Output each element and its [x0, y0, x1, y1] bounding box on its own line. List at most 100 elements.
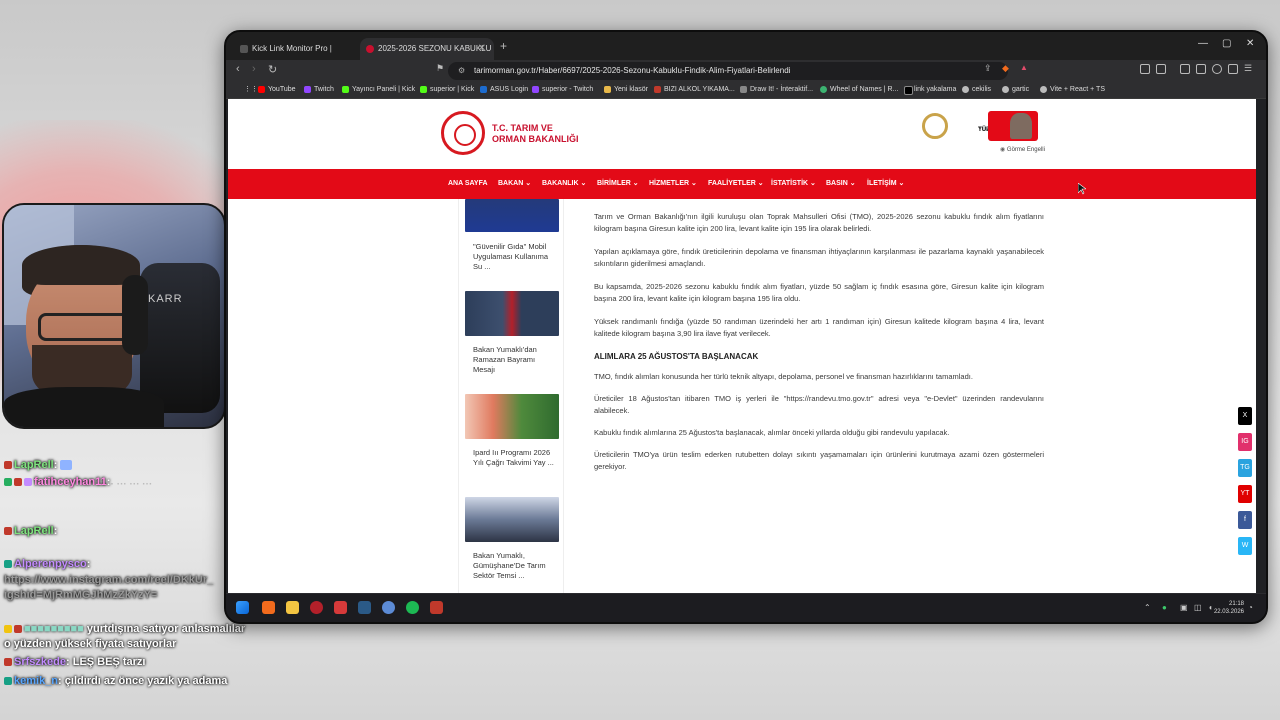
apps-icon[interactable]: ⋮⋮: [234, 84, 258, 96]
app-taskbar-icon[interactable]: [430, 601, 443, 614]
news-thumbnail[interactable]: [465, 199, 559, 232]
article-paragraph: Kabuklu fındık alımlarına 25 Ağustos'ta …: [594, 428, 950, 437]
tab-active-article[interactable]: 2025-2026 SEZONU KABUKLU F ✕: [360, 38, 494, 75]
steam-icon[interactable]: [358, 601, 371, 614]
app-taskbar-icon[interactable]: [334, 601, 347, 614]
bookmark-kick-panel[interactable]: Yayıncı Paneli | Kick: [342, 84, 415, 96]
volume-icon[interactable]: ◖: [1208, 603, 1213, 612]
tray-chevron-icon[interactable]: ⌃: [1144, 603, 1151, 612]
ministry-logo-text[interactable]: T.C. TARIM VE ORMAN BAKANLIĞI: [492, 123, 579, 145]
app-taskbar-icon[interactable]: [382, 601, 395, 614]
reload-icon[interactable]: ↻: [268, 63, 277, 76]
bookmark-cekilis[interactable]: cekilis: [962, 84, 991, 96]
start-icon[interactable]: [236, 601, 249, 614]
badge-icon: [14, 478, 22, 487]
news-thumbnail[interactable]: [465, 497, 559, 542]
new-tab-icon[interactable]: +: [500, 39, 507, 53]
brave-rewards-icon[interactable]: ▲: [1020, 63, 1028, 72]
streamer-hair-top: [22, 245, 140, 285]
profile-icon[interactable]: [1228, 64, 1238, 74]
news-thumbnail[interactable]: [465, 291, 559, 336]
minimize-icon[interactable]: —: [1198, 38, 1208, 49]
bookmark-twitch[interactable]: Twitch: [304, 84, 334, 96]
address-bar[interactable]: ⚙ tarimorman.gov.tr/Haber/6697/2025-2026…: [448, 62, 1008, 80]
menu-birimler[interactable]: BİRİMLER ⌄: [597, 169, 639, 199]
chat-message: Srfszkede: LEŞ BEŞ tarzı: [4, 654, 145, 670]
bookmark-wheel[interactable]: Wheel of Names | R...: [820, 84, 898, 96]
network-icon[interactable]: ◫: [1194, 603, 1202, 612]
menu-hizmetler[interactable]: HİZMETLER ⌄: [649, 169, 697, 199]
chat-username: LapRell: [14, 459, 54, 471]
bookmark-asus[interactable]: ASUS Login: [480, 84, 528, 96]
facebook-share-icon[interactable]: f: [1238, 511, 1252, 529]
menu-icon[interactable]: ☰: [1244, 63, 1252, 74]
tab-stream-deck[interactable]: Kick Link Monitor Pro | Stream Deck: [234, 38, 352, 75]
bookmark-page-icon[interactable]: ⚑: [436, 63, 444, 74]
news-title[interactable]: Ipard Iıı Programı 2026 Yılı Çağrı Takvi…: [473, 448, 559, 468]
chat-username: kemik_n: [14, 675, 59, 687]
extensions-icon[interactable]: [1140, 64, 1150, 74]
app-taskbar-icon[interactable]: [310, 601, 323, 614]
article-paragraph: Tarım ve Orman Bakanlığı'nın ilgili kuru…: [594, 212, 1044, 233]
vpn-icon[interactable]: [1212, 64, 1222, 74]
chat-username: Srfszkede: [14, 656, 66, 668]
article-paragraph: TMO, fındık alımları konusunda her türlü…: [594, 372, 973, 381]
forward-icon[interactable]: ›: [252, 63, 256, 75]
bookmark-draw-it[interactable]: Draw It! - İnteraktif...: [740, 84, 813, 96]
mic-icon[interactable]: ●: [1162, 603, 1167, 612]
notification-icon[interactable]: ◔: [1248, 603, 1253, 612]
turkiye-yuzyili-logo[interactable]: TÜRKİYEYÜZYILI: [922, 113, 1004, 141]
chat-ghost-line: ··· ··· ··· ···: [104, 479, 153, 490]
news-title[interactable]: "Güvenilir Gıda" Mobil Uygulaması Kullan…: [473, 242, 559, 272]
instagram-share-icon[interactable]: IG: [1238, 433, 1252, 451]
article-paragraph: Bu kapsamda, 2025-2026 sezonu kabuklu fı…: [594, 282, 1044, 303]
chat-username: LapRell: [14, 525, 54, 537]
news-sidebar: "Güvenilir Gıda" Mobil Uygulaması Kullan…: [458, 199, 564, 593]
chat-username: Alperenpysco: [14, 558, 87, 570]
youtube-share-icon[interactable]: YT: [1238, 485, 1252, 503]
bookmark-superior-twitch[interactable]: superior - Twitch: [532, 84, 593, 96]
ministry-emblem-icon[interactable]: [441, 111, 485, 155]
news-thumbnail[interactable]: [465, 394, 559, 439]
tab-strip: Kick Link Monitor Pro | Stream Deck 2025…: [226, 32, 1266, 75]
menu-ana-sayfa[interactable]: ANA SAYFA: [448, 169, 488, 199]
bookmarks-bar: ⋮⋮ YouTube Twitch Yayıncı Paneli | Kick …: [226, 82, 1266, 99]
telegram-share-icon[interactable]: TG: [1238, 459, 1252, 477]
bookmark-folder[interactable]: Yeni klasör: [604, 84, 648, 96]
x-share-icon[interactable]: X: [1238, 407, 1252, 425]
menu-bakan[interactable]: BAKAN ⌄: [498, 169, 531, 199]
menu-iletisim[interactable]: İLETİŞİM ⌄: [867, 169, 904, 199]
spotify-icon[interactable]: [406, 601, 419, 614]
bookmark-vite[interactable]: Vite + React + TS: [1040, 84, 1105, 96]
mouse-cursor-icon: [1078, 183, 1086, 195]
news-title[interactable]: Bakan Yumaklı'dan Ramazan Bayramı Mesajı: [473, 345, 559, 375]
bookmark-link[interactable]: link yakalama: [904, 84, 956, 96]
sidebar-icon[interactable]: [1180, 64, 1190, 74]
system-clock[interactable]: 21:18 22.03.2026: [1214, 600, 1244, 616]
menu-basin[interactable]: BASIN ⌄: [826, 169, 856, 199]
wallet-icon[interactable]: [1196, 64, 1206, 74]
close-tab-icon[interactable]: ✕: [478, 38, 486, 60]
tray-app-icon[interactable]: ▣: [1180, 603, 1188, 612]
gaming-chair: KARR: [140, 263, 220, 413]
maximize-icon[interactable]: ▢: [1222, 38, 1231, 49]
menu-istatistik[interactable]: İSTATİSTİK ⌄: [771, 169, 816, 199]
menu-bakanlik[interactable]: BAKANLIK ⌄: [542, 169, 586, 199]
brave-shields-icon[interactable]: ◆: [1002, 63, 1009, 74]
bookmark-bizi-alkol[interactable]: BIZI ALKOL YIKAMA...: [654, 84, 735, 96]
bookmark-gartic[interactable]: gartic: [1002, 84, 1029, 96]
back-icon[interactable]: ‹: [236, 63, 240, 75]
accessibility-link[interactable]: Görme Engelli: [1000, 146, 1045, 153]
article-paragraph: Yapılan açıklamaya göre, fındık üreticil…: [594, 247, 1044, 268]
menu-faaliyetler[interactable]: FAALİYETLER ⌄: [708, 169, 764, 199]
bookmark-superior-kick[interactable]: superior | Kick: [420, 84, 474, 96]
news-title[interactable]: Bakan Yumaklı, Gümüşhane'De Tarım Sektör…: [473, 551, 559, 581]
reading-list-icon[interactable]: [1156, 64, 1166, 74]
file-explorer-icon[interactable]: [286, 601, 299, 614]
web-share-icon[interactable]: W: [1238, 537, 1252, 555]
brave-taskbar-icon[interactable]: [262, 601, 275, 614]
chat-message: kemik_n: çıldırdı az önce yazık ya adama: [4, 673, 227, 689]
share-icon[interactable]: ⇪: [984, 63, 992, 74]
bookmark-youtube[interactable]: YouTube: [258, 84, 296, 96]
close-window-icon[interactable]: ✕: [1246, 38, 1254, 49]
